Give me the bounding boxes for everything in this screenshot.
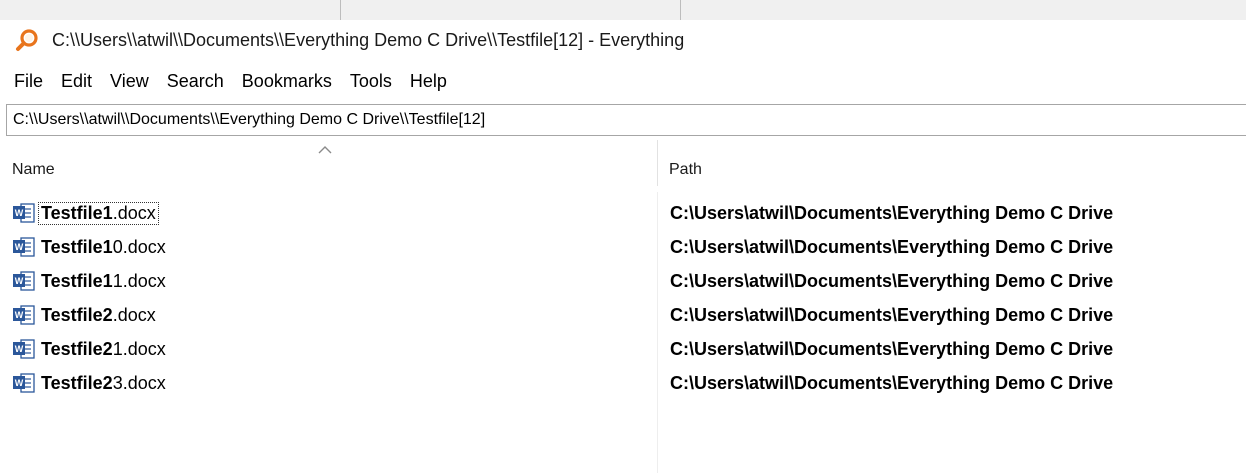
svg-text:W: W (15, 276, 24, 286)
word-document-icon: W (13, 203, 35, 223)
search-input[interactable] (7, 105, 1246, 135)
background-window-edge (0, 0, 1246, 21)
svg-text:W: W (15, 208, 24, 218)
menu-help[interactable]: Help (401, 71, 456, 92)
results-list: W Testfile1.docx C:\Users\atwil\Document… (0, 192, 1246, 473)
menu-bookmarks[interactable]: Bookmarks (233, 71, 341, 92)
column-header-name-label: Name (12, 161, 55, 178)
column-header-path-label: Path (669, 161, 702, 178)
file-name-cell: W Testfile2.docx (12, 298, 158, 332)
title-bar: C:\\Users\\atwil\\Documents\\Everything … (0, 20, 1246, 60)
column-header-row: Name Path (0, 140, 1246, 186)
file-name: Testfile10.docx (41, 236, 166, 257)
file-path: C:\Users\atwil\Documents\Everything Demo… (670, 236, 1114, 257)
svg-text:W: W (15, 310, 24, 320)
svg-text:W: W (15, 344, 24, 354)
file-name: Testfile2.docx (41, 304, 156, 325)
file-path: C:\Users\atwil\Documents\Everything Demo… (670, 304, 1114, 325)
file-path: C:\Users\atwil\Documents\Everything Demo… (670, 202, 1114, 223)
file-name-cell: W Testfile21.docx (12, 332, 168, 366)
result-row[interactable]: W Testfile2.docx C:\Users\atwil\Document… (0, 298, 1246, 332)
file-name-cell: W Testfile10.docx (12, 230, 168, 264)
file-name-cell: W Testfile1.docx (12, 196, 159, 230)
file-path: C:\Users\atwil\Documents\Everything Demo… (670, 270, 1114, 291)
menu-edit[interactable]: Edit (52, 71, 101, 92)
word-document-icon: W (13, 237, 35, 257)
result-row[interactable]: W Testfile21.docx C:\Users\atwil\Documen… (0, 332, 1246, 366)
column-header-name[interactable]: Name (0, 140, 657, 186)
file-path: C:\Users\atwil\Documents\Everything Demo… (670, 338, 1114, 359)
menu-search[interactable]: Search (158, 71, 233, 92)
file-path: C:\Users\atwil\Documents\Everything Demo… (670, 372, 1114, 393)
menu-file[interactable]: File (0, 71, 52, 92)
search-box (6, 104, 1246, 136)
result-row[interactable]: W Testfile10.docx C:\Users\atwil\Documen… (0, 230, 1246, 264)
svg-text:W: W (15, 378, 24, 388)
menu-view[interactable]: View (101, 71, 158, 92)
file-name: Testfile11.docx (41, 270, 166, 291)
sort-ascending-icon (318, 142, 332, 154)
background-divider (340, 0, 341, 20)
svg-text:W: W (15, 242, 24, 252)
result-row[interactable]: W Testfile23.docx C:\Users\atwil\Documen… (0, 366, 1246, 400)
magnifier-icon (14, 27, 40, 53)
word-document-icon: W (13, 373, 35, 393)
column-header-path[interactable]: Path (658, 140, 1246, 186)
word-document-icon: W (13, 271, 35, 291)
background-divider (680, 0, 681, 20)
window-title: C:\\Users\\atwil\\Documents\\Everything … (52, 29, 685, 50)
result-row[interactable]: W Testfile1.docx C:\Users\atwil\Document… (0, 196, 1246, 230)
file-name: Testfile1.docx (38, 201, 159, 225)
menu-tools[interactable]: Tools (341, 71, 401, 92)
word-document-icon: W (13, 305, 35, 325)
file-name: Testfile21.docx (41, 338, 166, 359)
file-name-cell: W Testfile23.docx (12, 366, 168, 400)
word-document-icon: W (13, 339, 35, 359)
file-name-cell: W Testfile11.docx (12, 264, 168, 298)
result-row[interactable]: W Testfile11.docx C:\Users\atwil\Documen… (0, 264, 1246, 298)
menu-bar: File Edit View Search Bookmarks Tools He… (0, 62, 1246, 100)
file-name: Testfile23.docx (41, 372, 166, 393)
